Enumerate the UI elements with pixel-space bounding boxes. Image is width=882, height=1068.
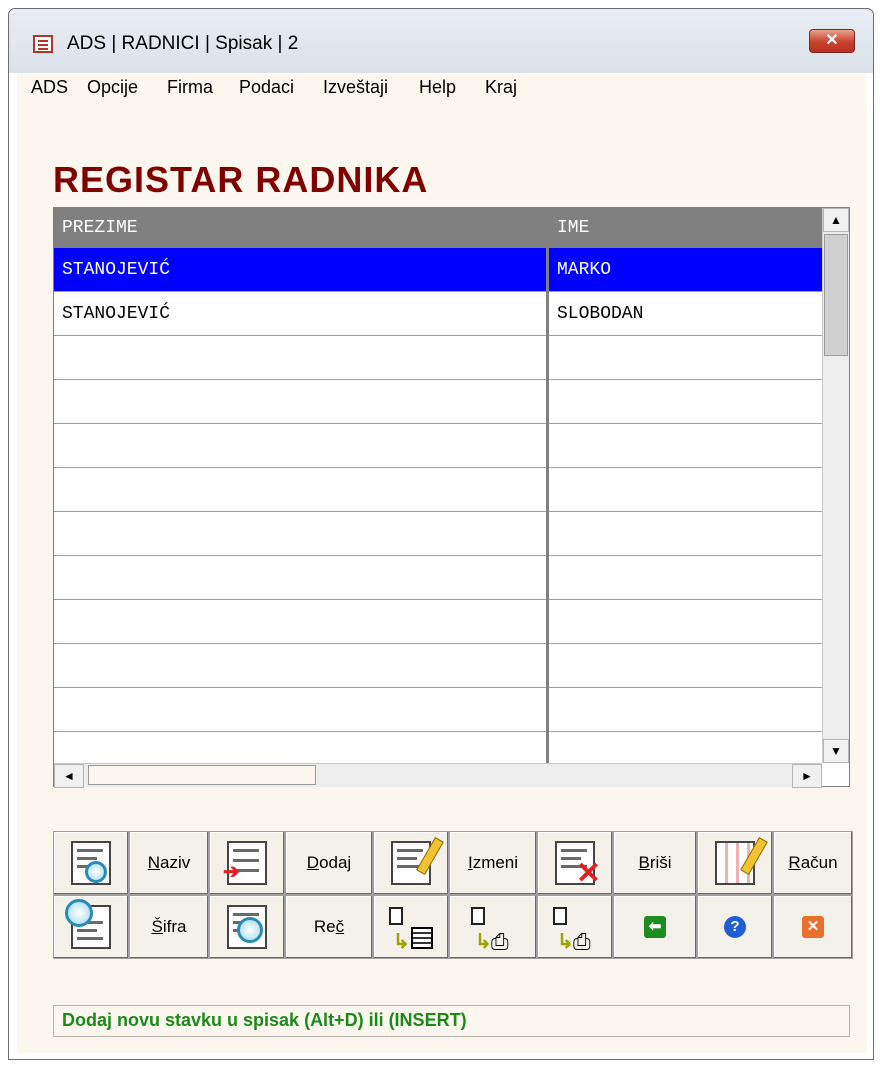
menu-help[interactable]: Help	[419, 77, 456, 98]
delete-icon-button[interactable]: ✕	[537, 831, 613, 895]
grid-header: PREZIME IME	[54, 208, 822, 248]
menu-opcije[interactable]: Opcije	[87, 77, 138, 98]
search-name-icon	[71, 841, 111, 885]
export-list-icon: ↳	[381, 899, 441, 955]
grid-body: PREZIME IME STANOJEVIĆ MARKO STANOJEVIĆ …	[54, 208, 822, 763]
page-title: REGISTAR RADNIKA	[53, 159, 429, 200]
accel-letter: N	[147, 853, 161, 872]
exit-button[interactable]: ✕	[773, 895, 853, 959]
cell-prezime: STANOJEVIĆ	[62, 260, 171, 280]
export-list-button[interactable]: ↳	[373, 895, 449, 959]
izmeni-button[interactable]: Izmeni	[449, 831, 537, 895]
scroll-right-button[interactable]: ►	[792, 764, 822, 788]
table-row-empty[interactable]	[54, 556, 822, 600]
table-row-empty[interactable]	[54, 688, 822, 732]
dodaj-button[interactable]: Dodaj	[285, 831, 373, 895]
close-window-button[interactable]: ✕	[809, 29, 855, 53]
naziv-rest: aziv	[160, 853, 191, 872]
toolbar-row-1: Naziv ➔ Dodaj Izmeni ✕ Briši Račun	[53, 831, 853, 895]
menu-bar: ADS Opcije Firma Podaci Izveštaji Help K…	[17, 73, 865, 102]
scroll-down-button[interactable]: ▼	[823, 739, 849, 763]
add-record-icon: ➔	[223, 841, 267, 885]
cell-prezime: STANOJEVIĆ	[62, 304, 171, 324]
vertical-scrollbar[interactable]: ▲ ▼	[822, 208, 849, 763]
cell-ime: MARKO	[557, 260, 612, 280]
edit-icon-button[interactable]	[373, 831, 449, 895]
accel-letter: R	[788, 853, 801, 872]
search-by-code-icon-button[interactable]	[53, 895, 129, 959]
print-preview-button[interactable]: ↳ ⎙	[537, 895, 613, 959]
scroll-up-button[interactable]: ▲	[823, 208, 849, 232]
brisi-button[interactable]: Briši	[613, 831, 697, 895]
window-title: ADS | RADNICI | Spisak | 2	[67, 33, 299, 54]
accel-letter: č	[335, 917, 345, 936]
menu-firma[interactable]: Firma	[167, 77, 213, 98]
accel-letter: Š	[151, 917, 163, 936]
racun-button[interactable]: Račun	[773, 831, 853, 895]
racun-rest: ačun	[800, 853, 838, 872]
menu-izvestaji[interactable]: Izveštaji	[323, 77, 388, 98]
exit-icon: ✕	[802, 916, 824, 938]
sifra-rest: ifra	[162, 917, 187, 936]
employee-grid[interactable]: PREZIME IME STANOJEVIĆ MARKO STANOJEVIĆ …	[53, 207, 850, 788]
column-header-ime[interactable]: IME	[549, 208, 822, 248]
app-window: ADS | RADNICI | Spisak | 2 ✕ ADS Opcije …	[8, 8, 874, 1060]
status-bar: Dodaj novu stavku u spisak (Alt+D) ili (…	[53, 1005, 850, 1037]
brisi-rest: riši	[649, 853, 672, 872]
rec-button[interactable]: Reč	[285, 895, 373, 959]
table-row-empty[interactable]	[54, 644, 822, 688]
sifra-button[interactable]: Šifra	[129, 895, 209, 959]
table-row-empty[interactable]	[54, 600, 822, 644]
cell-ime: SLOBODAN	[557, 304, 644, 324]
add-icon-button[interactable]: ➔	[209, 831, 285, 895]
client-area: REGISTAR RADNIKA PREZIME IME STANOJEVIĆ …	[17, 101, 867, 1053]
app-list-icon	[33, 35, 53, 53]
back-button[interactable]: ⬅	[613, 895, 697, 959]
status-text: Dodaj novu stavku u spisak (Alt+D) ili (…	[62, 1010, 467, 1030]
calculate-icon-button[interactable]	[697, 831, 773, 895]
help-button[interactable]: ?	[697, 895, 773, 959]
edit-record-icon	[391, 837, 444, 885]
delete-record-icon: ✕	[555, 841, 601, 889]
scroll-left-button[interactable]: ◄	[54, 764, 84, 788]
horizontal-scroll-thumb[interactable]	[88, 765, 316, 785]
print-icon: ↳ ⎙	[463, 899, 523, 955]
dodaj-rest: odaj	[319, 853, 352, 872]
table-row-empty[interactable]	[54, 380, 822, 424]
search-code-icon	[65, 899, 111, 949]
table-row-empty[interactable]	[54, 336, 822, 380]
help-icon: ?	[724, 916, 746, 938]
accel-letter: B	[638, 853, 650, 872]
izmeni-rest: zmeni	[472, 853, 519, 872]
table-row-empty[interactable]	[54, 732, 822, 763]
column-divider[interactable]	[546, 208, 549, 763]
table-row-empty[interactable]	[54, 424, 822, 468]
menu-ads[interactable]: ADS	[31, 77, 68, 98]
vertical-scroll-thumb[interactable]	[824, 234, 848, 356]
table-row[interactable]: STANOJEVIĆ SLOBODAN	[54, 292, 822, 336]
title-bar[interactable]: ADS | RADNICI | Spisak | 2 ✕	[9, 9, 873, 73]
horizontal-scrollbar[interactable]: ◄ ►	[54, 763, 822, 788]
search-word-icon-button[interactable]	[209, 895, 285, 959]
menu-podaci[interactable]: Podaci	[239, 77, 294, 98]
back-arrow-icon: ⬅	[644, 916, 666, 938]
print-preview-icon: ↳ ⎙	[545, 899, 605, 955]
rec-rest: Re	[313, 917, 336, 936]
search-word-icon	[227, 905, 267, 949]
table-row-empty[interactable]	[54, 468, 822, 512]
naziv-button[interactable]: Naziv	[129, 831, 209, 895]
toolbar-row-2: Šifra Reč ↳ ↳ ⎙ ↳ ⎙ ⬅ ? ✕	[53, 895, 853, 959]
calculate-icon	[715, 837, 768, 885]
search-by-name-icon-button[interactable]	[53, 831, 129, 895]
print-button[interactable]: ↳ ⎙	[449, 895, 537, 959]
accel-letter: D	[306, 853, 320, 872]
column-header-prezime[interactable]: PREZIME	[54, 208, 546, 248]
table-row[interactable]: STANOJEVIĆ MARKO	[54, 248, 822, 292]
menu-kraj[interactable]: Kraj	[485, 77, 517, 98]
table-row-empty[interactable]	[54, 512, 822, 556]
